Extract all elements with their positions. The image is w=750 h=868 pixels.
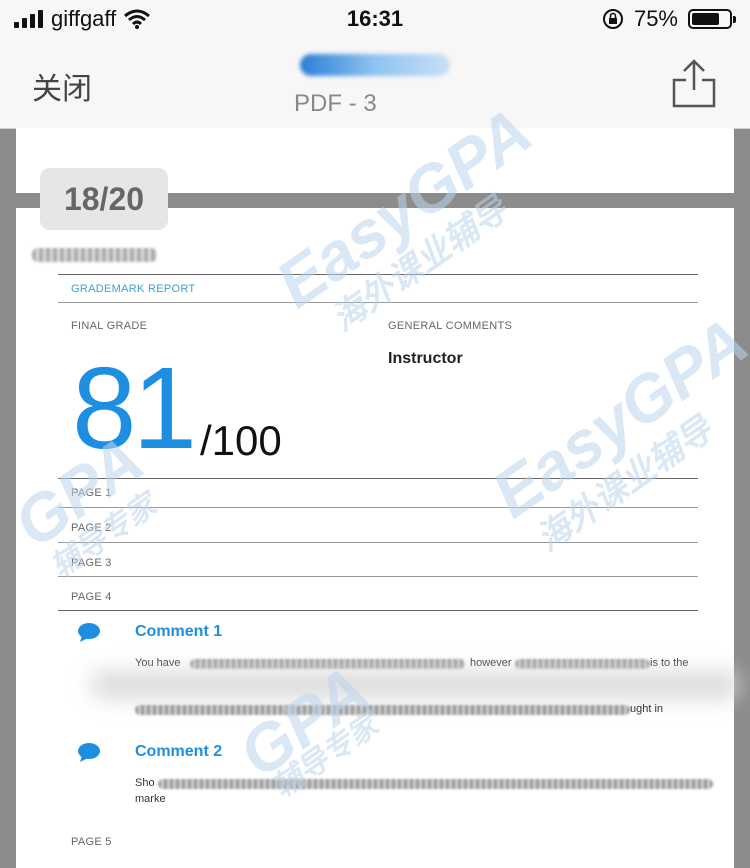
redacted-text	[158, 779, 713, 789]
redacted-student-name	[32, 248, 157, 262]
document-title	[0, 54, 750, 81]
redacted-title	[300, 54, 450, 76]
comment-2-text-start: Sho	[135, 777, 155, 789]
page-row-label: PAGE 2	[71, 522, 112, 534]
comment-2-title[interactable]: Comment 2	[135, 743, 222, 761]
page-row-label: PAGE 1	[71, 487, 112, 499]
divider	[58, 542, 698, 543]
document-subtitle: PDF - 3	[294, 90, 377, 117]
divider	[58, 478, 698, 479]
divider	[58, 507, 698, 508]
comment-2-text-line2: marke	[135, 793, 166, 805]
divider	[58, 302, 698, 303]
comment-1-text-end: is to the	[650, 657, 689, 669]
rotation-lock-icon	[602, 9, 623, 29]
final-grade-label: FINAL GRADE	[71, 320, 148, 332]
battery-fill	[692, 13, 719, 25]
status-bar: giffgaff 16:31 75%	[0, 0, 750, 40]
nav-bar: 关闭 PDF - 3	[0, 40, 750, 129]
comment-1-title[interactable]: Comment 1	[135, 623, 222, 641]
redacted-text	[515, 659, 650, 669]
redacted-smear	[90, 670, 740, 700]
pdf-page-current	[16, 208, 734, 868]
status-right: 75%	[602, 6, 736, 32]
page-row-label: PAGE 4	[71, 591, 112, 603]
divider	[58, 274, 698, 275]
grade-out-of: /100	[200, 417, 282, 464]
comment-1-text-start: You have	[135, 657, 181, 669]
grademark-header: GRADEMARK REPORT	[71, 283, 196, 295]
instructor-label: Instructor	[388, 350, 463, 367]
comment-bubble-icon[interactable]	[77, 622, 101, 642]
general-comments-label: GENERAL COMMENTS	[388, 320, 513, 332]
page-row-label: PAGE 5	[71, 836, 112, 848]
battery-icon	[688, 9, 736, 29]
redacted-text	[135, 705, 630, 715]
comment-bubble-icon[interactable]	[77, 742, 101, 762]
battery-percent: 75%	[633, 6, 678, 31]
page-indicator: 18/20	[40, 168, 168, 230]
share-icon[interactable]	[670, 58, 718, 108]
page-row-label: PAGE 3	[71, 557, 112, 569]
final-grade-value: 81	[72, 343, 197, 473]
divider	[58, 576, 698, 577]
divider	[58, 610, 698, 611]
redacted-text	[190, 659, 465, 669]
comment-1-text-mid: however	[470, 657, 512, 669]
comment-1-text-tail: ught in	[630, 703, 664, 715]
